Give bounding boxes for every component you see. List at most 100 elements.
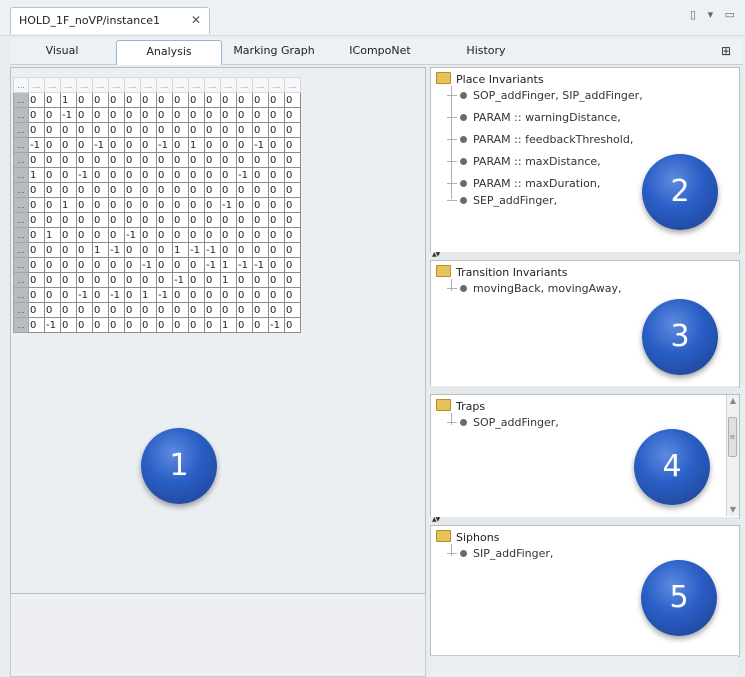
matrix-column-header[interactable]: ...: [13, 77, 29, 93]
matrix-cell[interactable]: 0: [220, 287, 237, 303]
editor-tab[interactable]: HOLD_1F_noVP/instance1 ✕: [10, 7, 210, 34]
matrix-cell[interactable]: 0: [124, 137, 141, 153]
matrix-cell[interactable]: 0: [268, 107, 285, 123]
matrix-cell[interactable]: 0: [236, 302, 253, 318]
matrix-cell[interactable]: 1: [60, 197, 77, 213]
matrix-cell[interactable]: 0: [44, 182, 61, 198]
matrix-cell[interactable]: 0: [92, 257, 109, 273]
matrix-cell[interactable]: 0: [204, 167, 221, 183]
matrix-cell[interactable]: 0: [76, 152, 93, 168]
matrix-cell[interactable]: 0: [108, 122, 125, 138]
matrix-column-header[interactable]: ...: [156, 77, 173, 93]
matrix-cell[interactable]: 0: [92, 152, 109, 168]
matrix-cell[interactable]: 0: [28, 287, 45, 303]
matrix-cell[interactable]: 0: [108, 107, 125, 123]
tab-analysis[interactable]: Analysis: [116, 40, 222, 65]
matrix-cell[interactable]: 0: [124, 272, 141, 288]
matrix-row-header[interactable]: ...: [13, 122, 29, 138]
matrix-cell[interactable]: 0: [108, 152, 125, 168]
matrix-column-header[interactable]: ...: [220, 77, 237, 93]
matrix-cell[interactable]: 0: [188, 227, 205, 243]
matrix-cell[interactable]: 0: [268, 122, 285, 138]
matrix-cell[interactable]: 1: [44, 227, 61, 243]
matrix-cell[interactable]: 0: [188, 287, 205, 303]
matrix-cell[interactable]: 0: [140, 302, 157, 318]
matrix-cell[interactable]: 0: [172, 302, 189, 318]
matrix-cell[interactable]: 0: [60, 287, 77, 303]
matrix-cell[interactable]: 0: [172, 317, 189, 333]
matrix-column-header[interactable]: ...: [236, 77, 253, 93]
matrix-cell[interactable]: 0: [60, 272, 77, 288]
matrix-cell[interactable]: 0: [44, 272, 61, 288]
matrix-cell[interactable]: 0: [28, 257, 45, 273]
matrix-cell[interactable]: 0: [156, 302, 173, 318]
matrix-cell[interactable]: 0: [108, 257, 125, 273]
matrix-cell[interactable]: -1: [92, 137, 109, 153]
matrix-cell[interactable]: 0: [60, 212, 77, 228]
matrix-cell[interactable]: 0: [156, 167, 173, 183]
matrix-cell[interactable]: 0: [92, 302, 109, 318]
matrix-cell[interactable]: 0: [268, 257, 285, 273]
matrix-cell[interactable]: 0: [236, 317, 253, 333]
matrix-cell[interactable]: 0: [28, 152, 45, 168]
place-invariants-header[interactable]: Place Invariants: [436, 72, 544, 86]
matrix-cell[interactable]: 0: [204, 107, 221, 123]
matrix-cell[interactable]: 0: [140, 182, 157, 198]
matrix-cell[interactable]: 0: [140, 122, 157, 138]
matrix-cell[interactable]: 0: [76, 182, 93, 198]
matrix-cell[interactable]: 0: [44, 287, 61, 303]
matrix-cell[interactable]: 1: [172, 242, 189, 258]
matrix-cell[interactable]: -1: [252, 257, 269, 273]
matrix-cell[interactable]: 0: [236, 272, 253, 288]
matrix-cell[interactable]: 0: [284, 302, 301, 318]
matrix-cell[interactable]: 0: [220, 242, 237, 258]
matrix-cell[interactable]: 1: [220, 257, 237, 273]
matrix-cell[interactable]: 0: [156, 182, 173, 198]
matrix-column-header[interactable]: ...: [76, 77, 93, 93]
tree-item[interactable]: SOP_addFinger, SIP_addFinger,: [447, 89, 643, 102]
matrix-cell[interactable]: 0: [92, 197, 109, 213]
matrix-cell[interactable]: 0: [252, 227, 269, 243]
matrix-cell[interactable]: -1: [108, 242, 125, 258]
matrix-cell[interactable]: -1: [156, 287, 173, 303]
matrix-column-header[interactable]: ...: [268, 77, 285, 93]
matrix-cell[interactable]: 0: [284, 272, 301, 288]
matrix-cell[interactable]: 0: [172, 152, 189, 168]
matrix-column-header[interactable]: ...: [252, 77, 269, 93]
matrix-cell[interactable]: -1: [76, 167, 93, 183]
close-icon[interactable]: ✕: [191, 13, 201, 27]
matrix-cell[interactable]: 0: [76, 272, 93, 288]
matrix-cell[interactable]: 0: [28, 122, 45, 138]
matrix-cell[interactable]: 0: [28, 227, 45, 243]
matrix-cell[interactable]: 0: [60, 257, 77, 273]
matrix-cell[interactable]: 0: [284, 197, 301, 213]
matrix-cell[interactable]: 0: [204, 212, 221, 228]
matrix-cell[interactable]: 0: [188, 302, 205, 318]
tab-marking-graph[interactable]: Marking Graph: [222, 40, 326, 64]
matrix-cell[interactable]: 0: [92, 272, 109, 288]
matrix-cell[interactable]: 0: [44, 152, 61, 168]
matrix-cell[interactable]: 0: [220, 122, 237, 138]
matrix-cell[interactable]: 0: [204, 182, 221, 198]
matrix-cell[interactable]: 0: [188, 92, 205, 108]
panel-splitter[interactable]: ▲▼: [430, 251, 738, 260]
matrix-cell[interactable]: 0: [268, 92, 285, 108]
matrix-cell[interactable]: 0: [28, 242, 45, 258]
matrix-cell[interactable]: 0: [252, 302, 269, 318]
scroll-up-icon[interactable]: ▲: [727, 395, 739, 407]
matrix-cell[interactable]: 0: [156, 242, 173, 258]
matrix-cell[interactable]: 0: [204, 197, 221, 213]
matrix-cell[interactable]: 0: [108, 317, 125, 333]
matrix-cell[interactable]: 0: [60, 122, 77, 138]
matrix-row-header[interactable]: ...: [13, 107, 29, 123]
matrix-cell[interactable]: 0: [108, 167, 125, 183]
matrix-cell[interactable]: 0: [140, 92, 157, 108]
matrix-column-header[interactable]: ...: [140, 77, 157, 93]
matrix-cell[interactable]: 0: [172, 167, 189, 183]
matrix-cell[interactable]: 0: [204, 152, 221, 168]
matrix-cell[interactable]: 0: [252, 272, 269, 288]
matrix-cell[interactable]: 0: [124, 197, 141, 213]
matrix-cell[interactable]: 0: [204, 272, 221, 288]
matrix-cell[interactable]: 0: [204, 122, 221, 138]
tree-item[interactable]: SOP_addFinger,: [447, 416, 559, 429]
